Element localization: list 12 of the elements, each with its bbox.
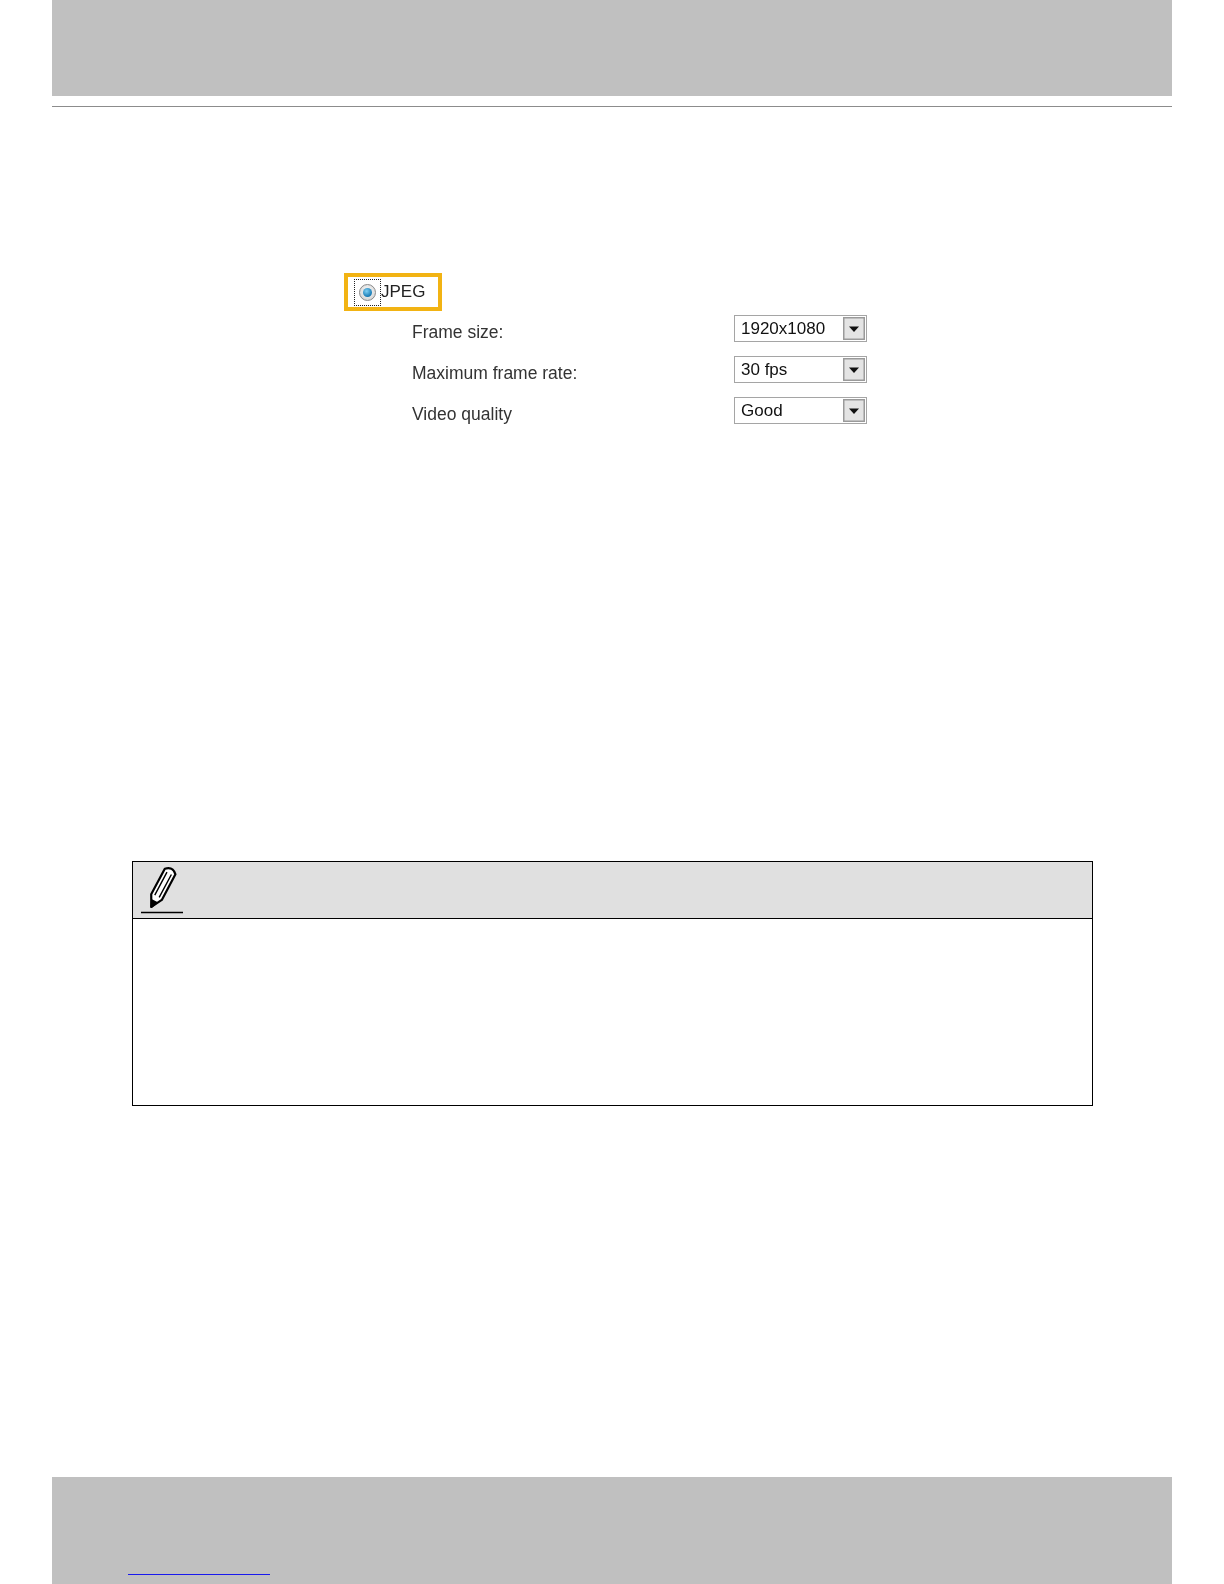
dropdown[interactable]: Good — [734, 397, 867, 424]
radio-button[interactable] — [354, 278, 381, 306]
caret-icon — [843, 399, 865, 422]
setting-label: Frame size: — [412, 320, 504, 342]
setting-label: Video quality — [412, 402, 512, 424]
caret-icon — [843, 358, 865, 381]
caret-icon — [843, 317, 865, 340]
dropdown[interactable]: 1920x1080 — [734, 315, 867, 342]
pencil-icon — [140, 866, 184, 914]
setting-label: Maximum frame rate: — [412, 361, 578, 383]
option-label: JPEG — [381, 282, 426, 302]
dropdown[interactable]: 30 fps — [734, 356, 867, 383]
